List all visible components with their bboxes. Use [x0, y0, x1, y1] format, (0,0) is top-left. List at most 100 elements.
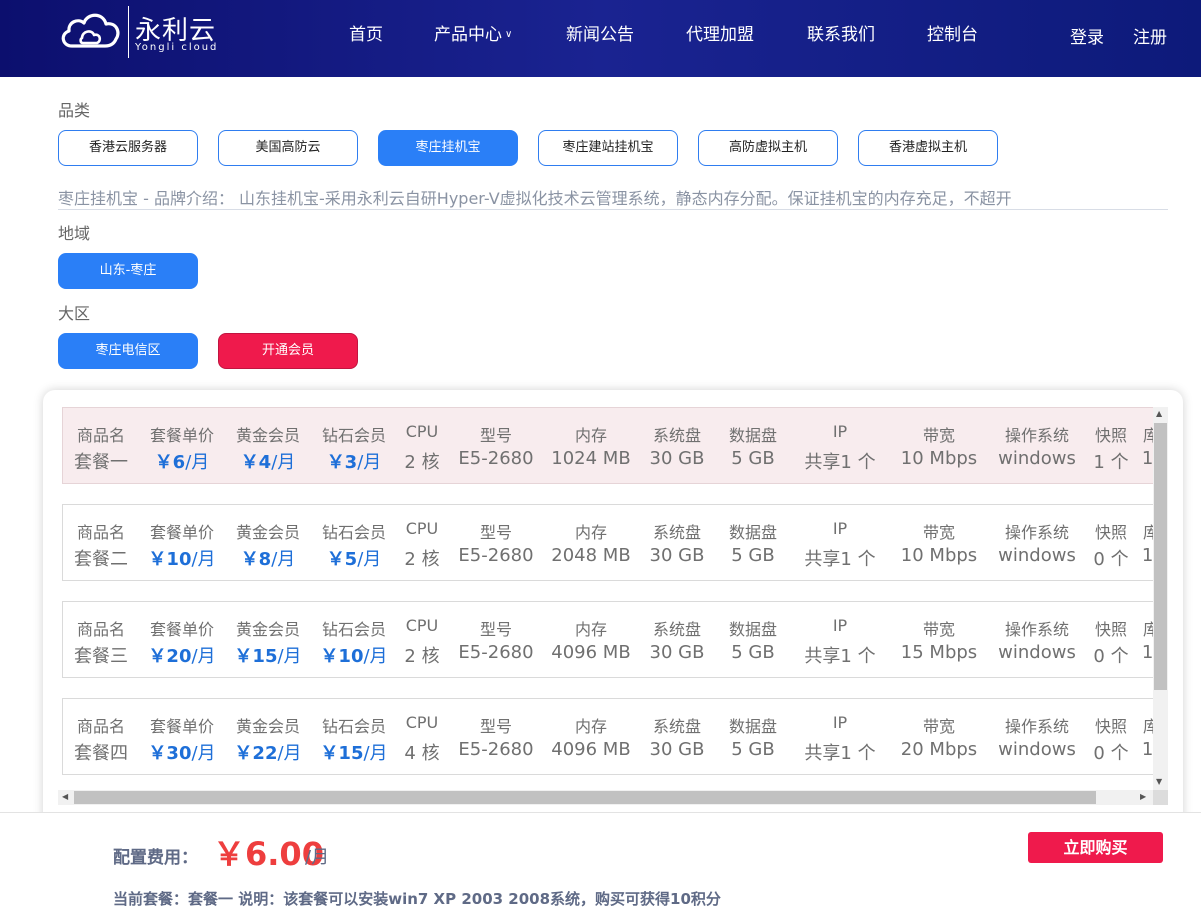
cell-mem: 内存 4096 MB: [545, 699, 637, 776]
region-shandong-zaozhuang[interactable]: 山东-枣庄: [58, 253, 198, 289]
cell-os: 操作系统 windows: [987, 699, 1087, 776]
category-ddos-vhost[interactable]: 高防虚拟主机: [698, 130, 838, 166]
price-value: ￥3/月: [311, 448, 397, 474]
column-header: 数据盘: [728, 523, 777, 542]
nav-agent[interactable]: 代理加盟: [686, 20, 754, 45]
zone-zaozhuang-telecom[interactable]: 枣庄电信区: [58, 333, 198, 369]
cell-price: 套餐单价 ￥30/月: [139, 699, 225, 776]
package-list[interactable]: 商品名 套餐一 套餐单价 ￥6/月 黄金会员 ￥4/月 钻石会员 ￥3/月 CPU 2 核型号 E5…: [62, 407, 1153, 790]
package-row[interactable]: 商品名 套餐二 套餐单价 ￥10/月 黄金会员 ￥8/月 钻石会员 ￥5/月 CPU 2 核型号 E…: [62, 504, 1153, 581]
category-zaozhuang-vps[interactable]: 枣庄挂机宝: [378, 130, 518, 166]
current-package-description: 当前套餐：套餐一 说明：该套餐可以安装win7 XP 2003 2008系统，购…: [113, 890, 721, 908]
column-header: IP: [832, 616, 848, 635]
cell-value: 30 GB: [649, 739, 705, 760]
cell-value: 5 GB: [731, 642, 775, 663]
cell-value: E5-2680: [458, 642, 534, 663]
category-zaozhuang-site-vps[interactable]: 枣庄建站挂机宝: [538, 130, 678, 166]
package-row[interactable]: 商品名 套餐一 套餐单价 ￥6/月 黄金会员 ￥4/月 钻石会员 ￥3/月 CPU 2 核型号 E5…: [62, 407, 1153, 484]
buy-now-button[interactable]: 立即购买: [1028, 832, 1163, 863]
column-header: 库存: [1142, 620, 1153, 639]
open-membership-button[interactable]: 开通会员: [218, 333, 358, 369]
price-amount: ￥22: [234, 743, 278, 764]
column-header: 型号: [479, 523, 512, 542]
column-header: 内存: [574, 620, 607, 639]
vertical-scrollbar[interactable]: ▲ ▼: [1153, 407, 1168, 790]
zone-label: 大区: [58, 304, 91, 323]
column-header: IP: [832, 713, 848, 732]
column-header: 黄金会员: [235, 426, 300, 445]
cell-sys: 系统盘 30 GB: [637, 408, 717, 485]
price-value: ￥22/月: [225, 739, 311, 765]
brand-description: 枣庄挂机宝 - 品牌介绍： 山东挂机宝-采用永利云自研Hyper-V虚拟化技术云…: [58, 185, 1168, 210]
column-header: 套餐单价: [149, 523, 214, 542]
cell-name: 商品名 套餐一: [63, 408, 139, 485]
scroll-down-icon[interactable]: ▼: [1156, 777, 1162, 786]
cell-os: 操作系统 windows: [987, 505, 1087, 582]
column-header: 操作系统: [1004, 426, 1069, 445]
logo[interactable]: 永利云 Yongli cloud: [58, 6, 228, 58]
cell-model: 型号 E5-2680: [447, 505, 545, 582]
cell-stock: 库存 100: [1135, 602, 1153, 679]
column-header: 系统盘: [652, 717, 701, 736]
horizontal-scroll-thumb[interactable]: [74, 791, 1096, 804]
cell-gold: 黄金会员 ￥8/月: [225, 505, 311, 582]
price-amount: ￥10: [320, 646, 364, 667]
category-hk-cloud[interactable]: 香港云服务器: [58, 130, 198, 166]
category-hk-vhost[interactable]: 香港虚拟主机: [858, 130, 998, 166]
price-unit: /月: [363, 646, 388, 667]
cell-data: 数据盘 5 GB: [717, 505, 789, 582]
cell-model: 型号 E5-2680: [447, 699, 545, 776]
cell-mem: 内存 1024 MB: [545, 408, 637, 485]
cell-cpu: CPU 4 核: [397, 699, 447, 776]
column-header: 钻石会员: [321, 717, 386, 736]
cell-value: 10 Mbps: [900, 448, 978, 469]
cell-value: 100: [1141, 545, 1153, 566]
cell-ip: IP 共享1 个: [789, 505, 891, 582]
register-link[interactable]: 注册: [1133, 23, 1167, 48]
column-header: 钻石会员: [321, 523, 386, 542]
category-us-ddos-cloud[interactable]: 美国高防云: [218, 130, 358, 166]
login-link[interactable]: 登录: [1070, 23, 1104, 48]
cell-value: 100: [1141, 739, 1153, 760]
site-header: 永利云 Yongli cloud 首页 产品中心 ∨ 新闻公告 代理加盟 联系我们…: [0, 0, 1201, 77]
cell-diamond: 钻石会员 ￥3/月: [311, 408, 397, 485]
nav-console[interactable]: 控制台: [927, 20, 978, 45]
cell-value: E5-2680: [458, 545, 534, 566]
column-header: 带宽: [922, 426, 955, 445]
package-row[interactable]: 商品名 套餐三 套餐单价 ￥20/月 黄金会员 ￥15/月 钻石会员 ￥10/月 CPU 2 核型…: [62, 601, 1153, 678]
nav-news[interactable]: 新闻公告: [566, 20, 634, 45]
package-row[interactable]: 商品名 套餐四 套餐单价 ￥30/月 黄金会员 ￥22/月 钻石会员 ￥15/月 CPU 4 核型…: [62, 698, 1153, 775]
price-amount: ￥3: [326, 452, 358, 473]
cell-value: 30 GB: [649, 448, 705, 469]
horizontal-scrollbar[interactable]: ◀ ▶: [58, 790, 1153, 805]
column-header: 套餐单价: [149, 426, 214, 445]
cell-value: 共享1 个: [804, 646, 876, 667]
nav-products[interactable]: 产品中心 ∨: [434, 20, 512, 45]
cell-bw: 带宽 20 Mbps: [891, 699, 987, 776]
price-value: ￥5/月: [311, 545, 397, 571]
price-amount: ￥6: [154, 452, 186, 473]
cell-ip: IP 共享1 个: [789, 699, 891, 776]
scroll-up-icon[interactable]: ▲: [1156, 409, 1162, 418]
cell-ip: IP 共享1 个: [789, 602, 891, 679]
scroll-left-icon[interactable]: ◀: [62, 792, 68, 801]
column-header: 商品名: [76, 717, 125, 736]
cell-gold: 黄金会员 ￥4/月: [225, 408, 311, 485]
nav-contact[interactable]: 联系我们: [807, 20, 875, 45]
column-header: 黄金会员: [235, 523, 300, 542]
cell-value: windows: [998, 545, 1076, 566]
cell-value: E5-2680: [458, 448, 534, 469]
cell-value: 1 个: [1093, 452, 1129, 473]
cell-bw: 带宽 10 Mbps: [891, 505, 987, 582]
cell-stock: 库存 100: [1135, 505, 1153, 582]
column-header: 操作系统: [1004, 523, 1069, 542]
vertical-scroll-thumb[interactable]: [1154, 423, 1167, 690]
price-amount: ￥10: [148, 549, 192, 570]
cell-cpu: CPU 2 核: [397, 505, 447, 582]
nav-home[interactable]: 首页: [349, 20, 383, 45]
column-header: CPU: [405, 616, 439, 635]
scroll-right-icon[interactable]: ▶: [1140, 792, 1146, 801]
column-header: 库存: [1142, 717, 1153, 736]
price-amount: ￥4: [240, 452, 272, 473]
price-unit: /月: [271, 452, 296, 473]
